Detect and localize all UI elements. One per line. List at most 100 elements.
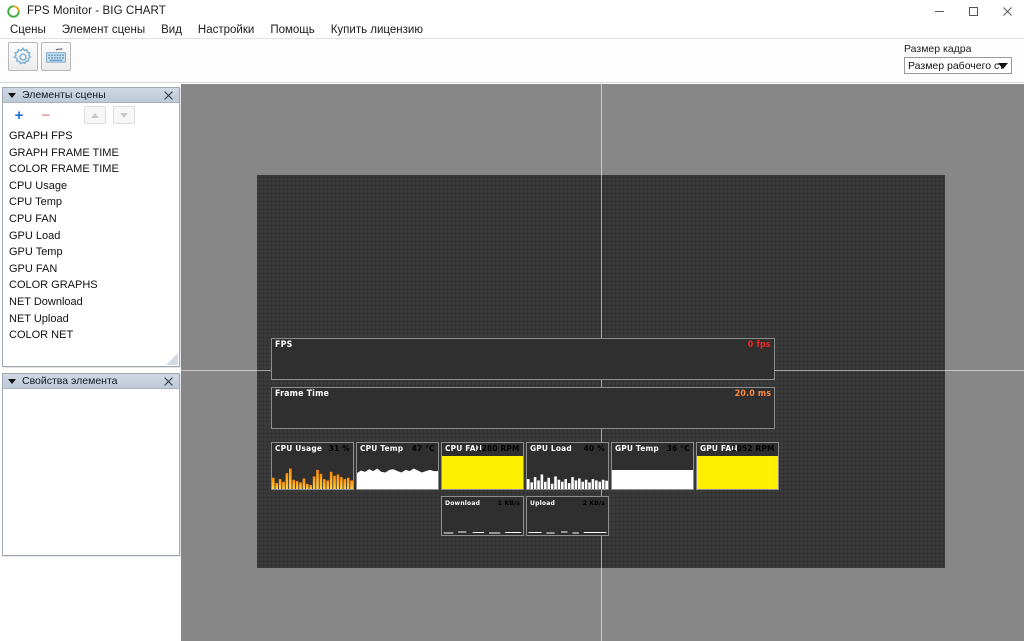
widget-fps-header: FPS 0 fps bbox=[272, 339, 774, 352]
widget-frame-time-header: Frame Time 20.0 ms bbox=[272, 388, 774, 401]
gpu-fan-fill bbox=[697, 456, 778, 489]
scene-preview-canvas[interactable]: FPS 0 fps Frame Time 20.0 ms CPU Usage 3… bbox=[181, 84, 1024, 641]
menu-item-scene-element[interactable]: Элемент сцены bbox=[54, 22, 153, 39]
scene-elements-panel-title: Элементы сцены bbox=[22, 89, 106, 101]
widget-cpu-temp[interactable]: CPU Temp 47 °C bbox=[356, 442, 439, 490]
widget-net-upload-value: 2 KB/s bbox=[582, 499, 605, 507]
scene-elements-panel-body: + − GRAPH FPS GRAPH FRAME TIME COLOR FRA… bbox=[3, 103, 179, 366]
element-properties-close-button[interactable] bbox=[162, 374, 175, 389]
scene-elements-panel: Элементы сцены + − GRAPH FPS GRAPH FRAME… bbox=[2, 87, 180, 367]
widget-cpu-fan[interactable]: CPU FAN 1280 RPM bbox=[441, 442, 524, 490]
list-item[interactable]: CPU Usage bbox=[3, 178, 179, 195]
list-item[interactable]: CPU FAN bbox=[3, 211, 179, 228]
list-item[interactable]: GRAPH FPS bbox=[3, 128, 179, 145]
element-properties-panel-body bbox=[3, 389, 179, 555]
widget-fps-value: 0 fps bbox=[748, 340, 771, 350]
minimize-button[interactable] bbox=[922, 0, 956, 22]
widget-net-download-plot bbox=[442, 510, 523, 535]
widget-cpu-temp-label: CPU Temp bbox=[360, 444, 404, 453]
menu-item-scenes[interactable]: Сцены bbox=[2, 22, 54, 39]
scene-elements-panel-header[interactable]: Элементы сцены bbox=[3, 88, 179, 103]
remove-element-button[interactable]: − bbox=[35, 106, 57, 124]
scene-elements-toolbar: + − bbox=[3, 103, 179, 127]
close-button[interactable] bbox=[990, 0, 1024, 22]
move-down-button[interactable] bbox=[113, 106, 135, 124]
menu-bar: Сцены Элемент сцены Вид Настройки Помощь… bbox=[0, 22, 1024, 39]
widget-net-upload[interactable]: Upload 2 KB/s bbox=[526, 496, 609, 536]
net-upload-line-chart bbox=[528, 531, 607, 534]
widget-fps-label: FPS bbox=[275, 340, 293, 350]
cpu-fan-fill bbox=[442, 456, 523, 489]
widget-gpu-load[interactable]: GPU Load 40 % bbox=[526, 442, 609, 490]
widget-net-download-value: 1 KB/s bbox=[497, 499, 520, 507]
gpu-temp-fill bbox=[612, 469, 693, 489]
menu-item-settings[interactable]: Настройки bbox=[190, 22, 262, 39]
maximize-button[interactable] bbox=[956, 0, 990, 22]
widget-gpu-load-label: GPU Load bbox=[530, 444, 572, 453]
menu-item-buy-license[interactable]: Купить лицензию bbox=[323, 22, 431, 39]
window-controls bbox=[922, 0, 1024, 22]
keyboard-icon bbox=[46, 47, 66, 63]
list-item[interactable]: CPU Temp bbox=[3, 194, 179, 211]
title-bar: FPS Monitor - BIG CHART bbox=[0, 0, 1024, 22]
settings-button[interactable] bbox=[8, 42, 38, 71]
widget-gpu-fan[interactable]: GPU FAN 1052 RPM bbox=[696, 442, 779, 490]
arrow-down-icon bbox=[120, 112, 128, 118]
widget-cpu-usage-header: CPU Usage 31 % bbox=[272, 443, 353, 456]
net-download-line-chart bbox=[443, 531, 522, 534]
widget-cpu-temp-plot bbox=[357, 456, 438, 489]
widget-cpu-usage-value: 31 % bbox=[328, 444, 350, 453]
toolbar bbox=[0, 39, 1024, 83]
arrow-up-icon bbox=[91, 112, 99, 118]
frame-size-select[interactable]: Размер рабочего ст bbox=[904, 57, 1012, 74]
add-element-button[interactable]: + bbox=[8, 106, 30, 124]
gear-icon bbox=[13, 46, 32, 65]
widget-gpu-temp[interactable]: GPU Temp 36 °C bbox=[611, 442, 694, 490]
menu-item-help[interactable]: Помощь bbox=[262, 22, 322, 39]
widget-gpu-temp-header: GPU Temp 36 °C bbox=[612, 443, 693, 456]
widget-net-download[interactable]: Download 1 KB/s bbox=[441, 496, 524, 536]
widget-cpu-temp-value: 47 °C bbox=[411, 444, 435, 453]
widget-frame-time-label: Frame Time bbox=[275, 389, 330, 399]
list-item[interactable]: GPU Load bbox=[3, 228, 179, 245]
list-item[interactable]: NET Upload bbox=[3, 311, 179, 328]
widget-cpu-usage[interactable]: CPU Usage 31 % bbox=[271, 442, 354, 490]
triangle-down-icon[interactable] bbox=[8, 378, 16, 384]
element-properties-panel-header[interactable]: Свойства элемента bbox=[3, 374, 179, 389]
list-item[interactable]: COLOR GRAPHS bbox=[3, 277, 179, 294]
maximize-icon bbox=[968, 6, 978, 16]
widget-cpu-fan-value: 1280 RPM bbox=[476, 444, 520, 453]
gpu-load-bar-chart bbox=[527, 474, 608, 489]
list-item[interactable]: NET Download bbox=[3, 294, 179, 311]
list-item[interactable]: COLOR FRAME TIME bbox=[3, 161, 179, 178]
widget-gpu-fan-plot bbox=[697, 456, 778, 489]
widget-fps[interactable]: FPS 0 fps bbox=[271, 338, 775, 380]
widget-net-download-header: Download 1 KB/s bbox=[442, 497, 523, 510]
widget-cpu-usage-plot bbox=[272, 456, 353, 489]
list-item[interactable]: GRAPH FRAME TIME bbox=[3, 145, 179, 162]
list-item[interactable]: GPU FAN bbox=[3, 261, 179, 278]
cpu-usage-bar-chart bbox=[272, 468, 353, 489]
widget-fps-plot bbox=[272, 352, 774, 379]
triangle-down-icon[interactable] bbox=[8, 92, 16, 98]
widget-frame-time-plot bbox=[272, 401, 774, 428]
element-properties-panel-title: Свойства элемента bbox=[22, 375, 118, 387]
move-up-button[interactable] bbox=[84, 106, 106, 124]
hotkeys-button[interactable] bbox=[41, 42, 71, 71]
scene-elements-close-button[interactable] bbox=[162, 88, 175, 103]
close-icon bbox=[164, 377, 173, 386]
cpu-temp-area-chart bbox=[357, 468, 438, 489]
widget-frame-time[interactable]: Frame Time 20.0 ms bbox=[271, 387, 775, 429]
widget-cpu-usage-label: CPU Usage bbox=[275, 444, 323, 453]
widget-gpu-load-value: 40 % bbox=[583, 444, 605, 453]
widget-gpu-temp-value: 36 °C bbox=[666, 444, 690, 453]
list-item[interactable]: GPU Temp bbox=[3, 244, 179, 261]
resize-grip-icon[interactable] bbox=[166, 353, 178, 365]
widget-gpu-temp-label: GPU Temp bbox=[615, 444, 659, 453]
widget-net-upload-header: Upload 2 KB/s bbox=[527, 497, 608, 510]
widget-gpu-temp-plot bbox=[612, 456, 693, 489]
menu-item-view[interactable]: Вид bbox=[153, 22, 190, 39]
frame-size-selected-value: Размер рабочего ст bbox=[908, 59, 1005, 72]
list-item[interactable]: COLOR NET bbox=[3, 327, 179, 344]
widget-net-upload-plot bbox=[527, 510, 608, 535]
